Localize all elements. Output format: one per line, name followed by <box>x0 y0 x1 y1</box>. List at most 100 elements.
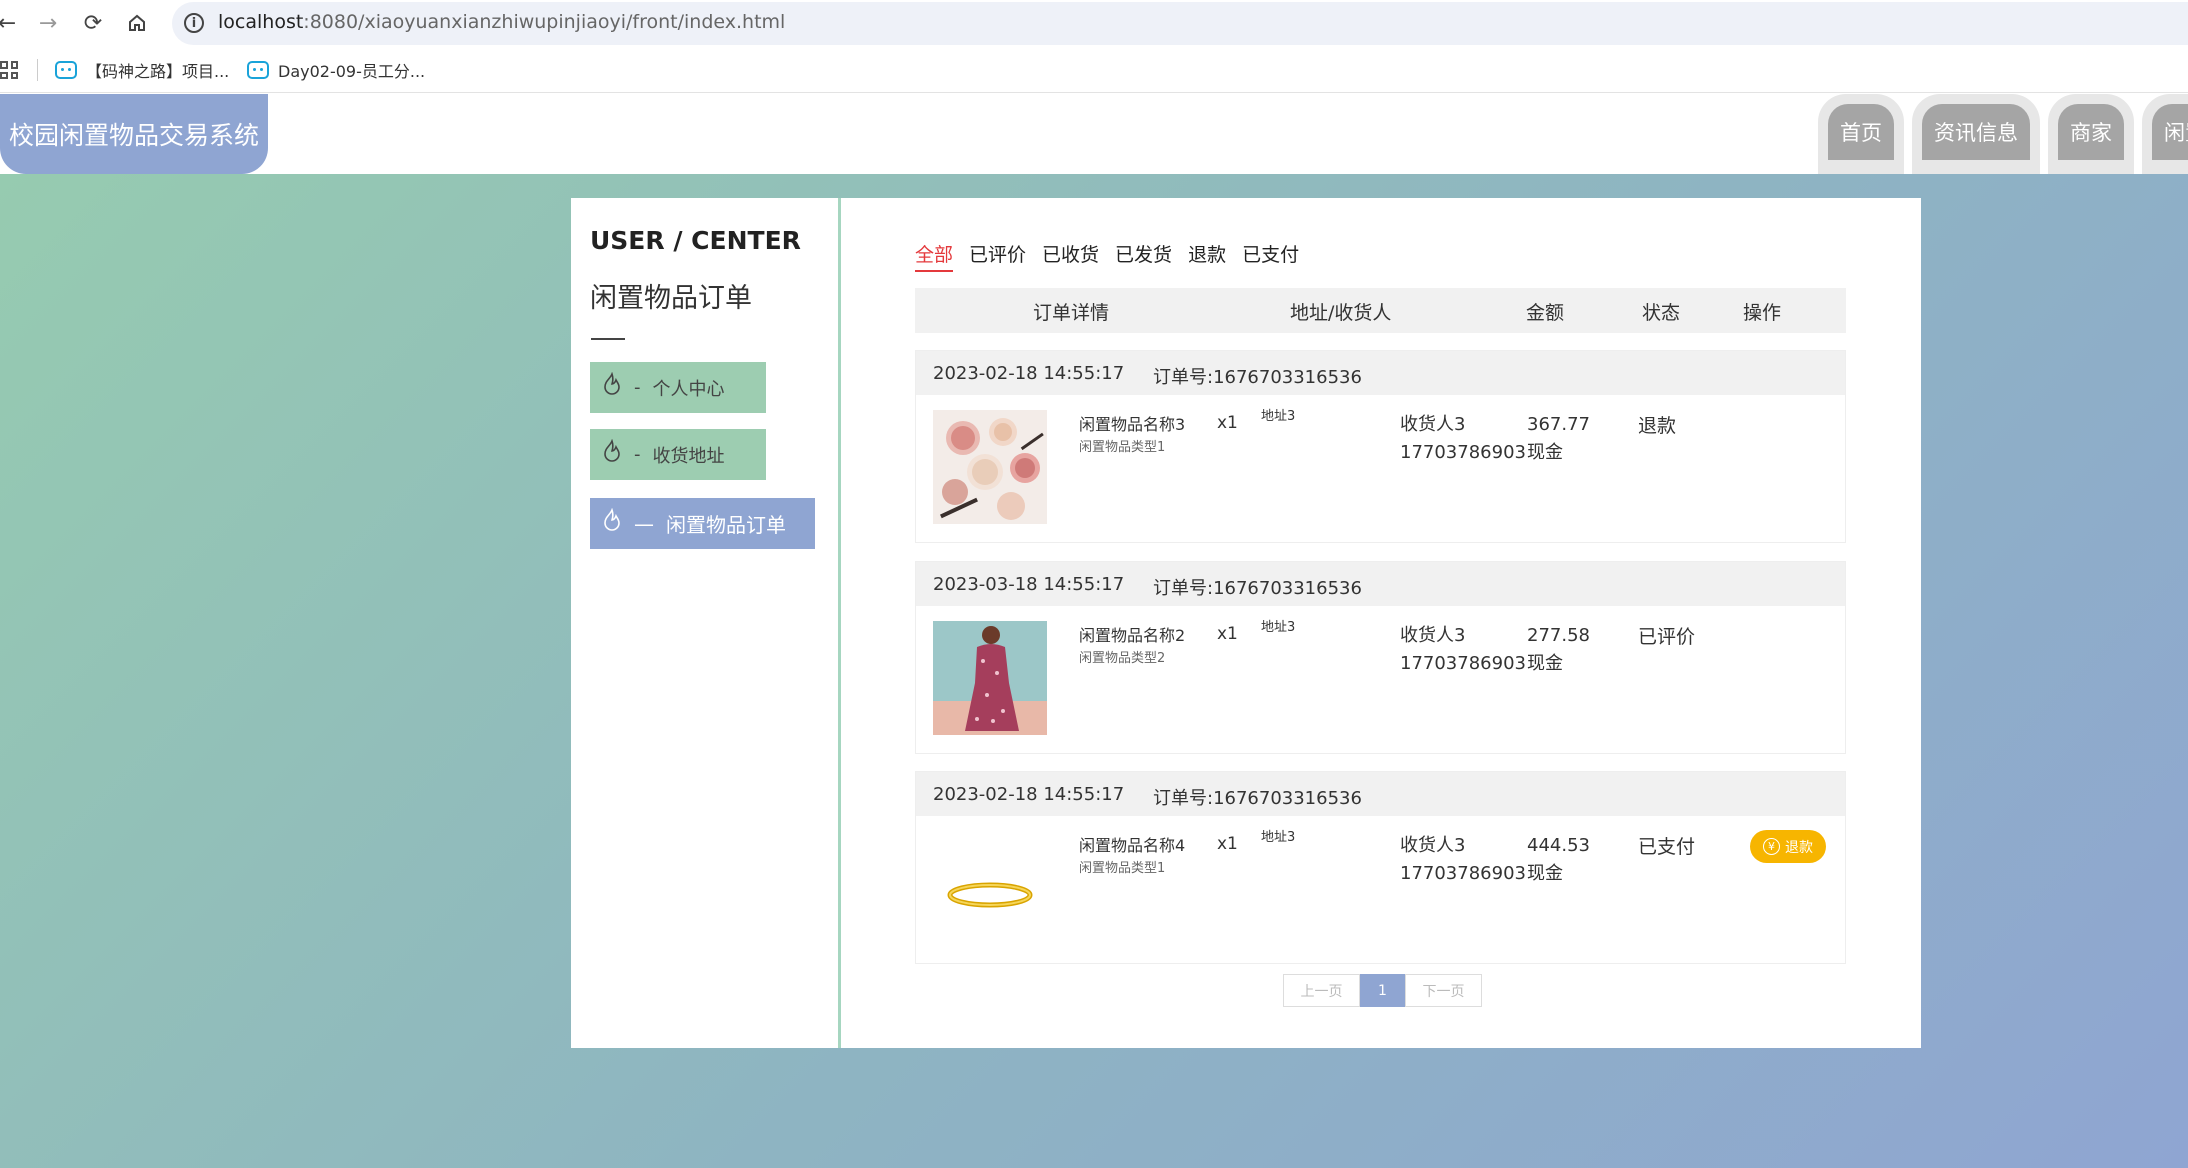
col-status: 状态 <box>1642 302 1681 324</box>
order-amount: 444.53 <box>1527 835 1590 856</box>
order-number: 订单号:1676703316536 <box>1153 578 1362 599</box>
payment-method: 现金 <box>1527 863 1563 884</box>
site-header: 校园闲置物品交易系统 首页 资讯信息 商家 闲置 <box>0 94 2188 174</box>
product-image[interactable] <box>933 410 1047 524</box>
order-card: 2023-03-18 14:55:17 订单号:1676703316536 闲置… <box>915 561 1846 754</box>
home-icon[interactable] <box>124 10 150 36</box>
url-text[interactable]: localhost:8080/xiaoyuanxianzhiwupinjiaoy… <box>218 11 785 33</box>
bilibili-icon <box>247 61 269 79</box>
flame-icon <box>600 371 624 404</box>
sidebar-item-address[interactable]: - 收货地址 <box>590 429 766 480</box>
order-card: 2023-02-18 14:55:17 订单号:1676703316536 闲置… <box>915 771 1846 964</box>
receiver-phone: 17703786903 <box>1400 863 1526 884</box>
user-center-sidebar: USER / CENTER 闲置物品订单 - 个人中心 - 收货地址 — 闲置物… <box>571 198 841 1048</box>
apps-icon[interactable] <box>0 61 18 79</box>
order-status: 退款 <box>1638 415 1677 437</box>
receiver-phone: 17703786903 <box>1400 653 1526 674</box>
order-header: 2023-02-18 14:55:17 订单号:1676703316536 <box>916 351 1845 395</box>
product-type: 闲置物品类型1 <box>1079 861 1166 876</box>
next-page-button[interactable]: 下一页 <box>1405 974 1482 1007</box>
order-number: 订单号:1676703316536 <box>1153 367 1362 388</box>
browser-toolbar: ← → ⟳ i localhost:8080/xiaoyuanxianzhiwu… <box>0 0 2188 47</box>
tab-received[interactable]: 已收货 <box>1042 240 1099 272</box>
order-status-tabs: 全部 已评价 已收货 已发货 退款 已支付 <box>915 240 1299 272</box>
forward-icon[interactable]: → <box>35 10 61 36</box>
col-order-detail: 订单详情 <box>1033 302 1110 324</box>
order-body: 闲置物品名称4 闲置物品类型1 x1 地址3 收货人3 17703786903 … <box>916 816 1845 964</box>
sidebar-item-orders[interactable]: — 闲置物品订单 <box>590 498 815 549</box>
bookmark-label: 【码神之路】项目... <box>86 62 230 81</box>
sidebar-item-label: 收货地址 <box>652 445 725 467</box>
sidebar-item-profile[interactable]: - 个人中心 <box>590 362 766 413</box>
divider <box>591 338 625 340</box>
flame-icon <box>600 438 624 471</box>
order-address: 地址3 <box>1261 409 1296 424</box>
order-date: 2023-02-18 14:55:17 <box>933 784 1125 805</box>
payment-method: 现金 <box>1527 442 1563 463</box>
bookmarks-divider <box>37 59 38 81</box>
address-bar[interactable]: i localhost:8080/xiaoyuanxianzhiwupinjia… <box>172 2 2188 45</box>
nav-idle[interactable]: 闲置 <box>2142 94 2188 174</box>
prev-page-button[interactable]: 上一页 <box>1283 974 1360 1007</box>
refund-label: 退款 <box>1785 839 1813 856</box>
nav-news[interactable]: 资讯信息 <box>1912 94 2040 174</box>
tab-refund[interactable]: 退款 <box>1188 240 1226 272</box>
product-quantity: x1 <box>1217 834 1238 854</box>
table-header: 订单详情 地址/收货人 金额 状态 操作 <box>915 288 1846 333</box>
nav-merchant[interactable]: 商家 <box>2048 94 2134 174</box>
order-number: 订单号:1676703316536 <box>1153 788 1362 809</box>
order-address: 地址3 <box>1261 620 1296 635</box>
flame-icon <box>600 507 624 540</box>
back-icon[interactable]: ← <box>0 10 20 36</box>
order-body: 闲置物品名称3 闲置物品类型1 x1 地址3 收货人3 17703786903 … <box>916 395 1845 543</box>
receiver-phone: 17703786903 <box>1400 442 1526 463</box>
page-number-button[interactable]: 1 <box>1360 974 1405 1007</box>
tab-shipped[interactable]: 已发货 <box>1115 240 1172 272</box>
col-amount: 金额 <box>1526 302 1565 324</box>
tab-all[interactable]: 全部 <box>915 240 954 272</box>
receiver-name: 收货人3 <box>1400 835 1466 856</box>
amount-info: 277.58 现金 <box>1527 622 1590 678</box>
product-quantity: x1 <box>1217 624 1238 644</box>
user-center-title: USER / CENTER <box>590 226 801 255</box>
order-body: 闲置物品名称2 闲置物品类型2 x1 地址3 收货人3 17703786903 … <box>916 606 1845 754</box>
reload-icon[interactable]: ⟳ <box>80 10 106 36</box>
product-name[interactable]: 闲置物品名称4 <box>1079 832 1185 856</box>
order-card: 2023-02-18 14:55:17 订单号:1676703316536 闲置… <box>915 350 1846 543</box>
tab-reviewed[interactable]: 已评价 <box>969 240 1026 272</box>
bookmark-1[interactable]: 【码神之路】项目... <box>55 58 229 82</box>
product-name[interactable]: 闲置物品名称2 <box>1079 622 1185 646</box>
product-image[interactable] <box>933 621 1047 735</box>
site-logo[interactable]: 校园闲置物品交易系统 <box>0 94 268 174</box>
product-image[interactable] <box>933 831 1047 945</box>
amount-info: 444.53 现金 <box>1527 832 1590 888</box>
receiver-info: 收货人3 17703786903 <box>1400 411 1526 467</box>
order-address: 地址3 <box>1261 830 1296 845</box>
order-date: 2023-03-18 14:55:17 <box>933 574 1125 595</box>
col-action: 操作 <box>1743 302 1782 324</box>
bookmark-2[interactable]: Day02-09-员工分... <box>247 58 425 82</box>
receiver-info: 收货人3 17703786903 <box>1400 622 1526 678</box>
sidebar-item-label: 闲置物品订单 <box>666 513 786 537</box>
yen-icon: ¥ <box>1763 838 1780 855</box>
receiver-name: 收货人3 <box>1400 625 1466 646</box>
top-nav: 首页 资讯信息 商家 闲置 <box>1818 94 2188 174</box>
bookmarks-bar: 【码神之路】项目... Day02-09-员工分... <box>0 47 2188 93</box>
site-info-icon[interactable]: i <box>184 13 204 33</box>
receiver-info: 收货人3 17703786903 <box>1400 832 1526 888</box>
menu-prefix: — <box>634 511 654 536</box>
product-type: 闲置物品类型2 <box>1079 651 1166 666</box>
amount-info: 367.77 现金 <box>1527 411 1590 467</box>
nav-home[interactable]: 首页 <box>1818 94 1904 174</box>
orders-panel: 全部 已评价 已收货 已发货 退款 已支付 订单详情 地址/收货人 金额 状态 … <box>841 198 1921 1048</box>
order-header: 2023-03-18 14:55:17 订单号:1676703316536 <box>916 562 1845 606</box>
product-name[interactable]: 闲置物品名称3 <box>1079 411 1185 435</box>
bookmark-label: Day02-09-员工分... <box>278 62 426 81</box>
sidebar-item-label: 个人中心 <box>652 378 725 400</box>
product-quantity: x1 <box>1217 413 1238 433</box>
col-address: 地址/收货人 <box>1290 302 1392 324</box>
refund-button[interactable]: ¥ 退款 <box>1750 830 1826 863</box>
receiver-name: 收货人3 <box>1400 414 1466 435</box>
tab-paid[interactable]: 已支付 <box>1242 240 1299 272</box>
order-amount: 367.77 <box>1527 414 1590 435</box>
